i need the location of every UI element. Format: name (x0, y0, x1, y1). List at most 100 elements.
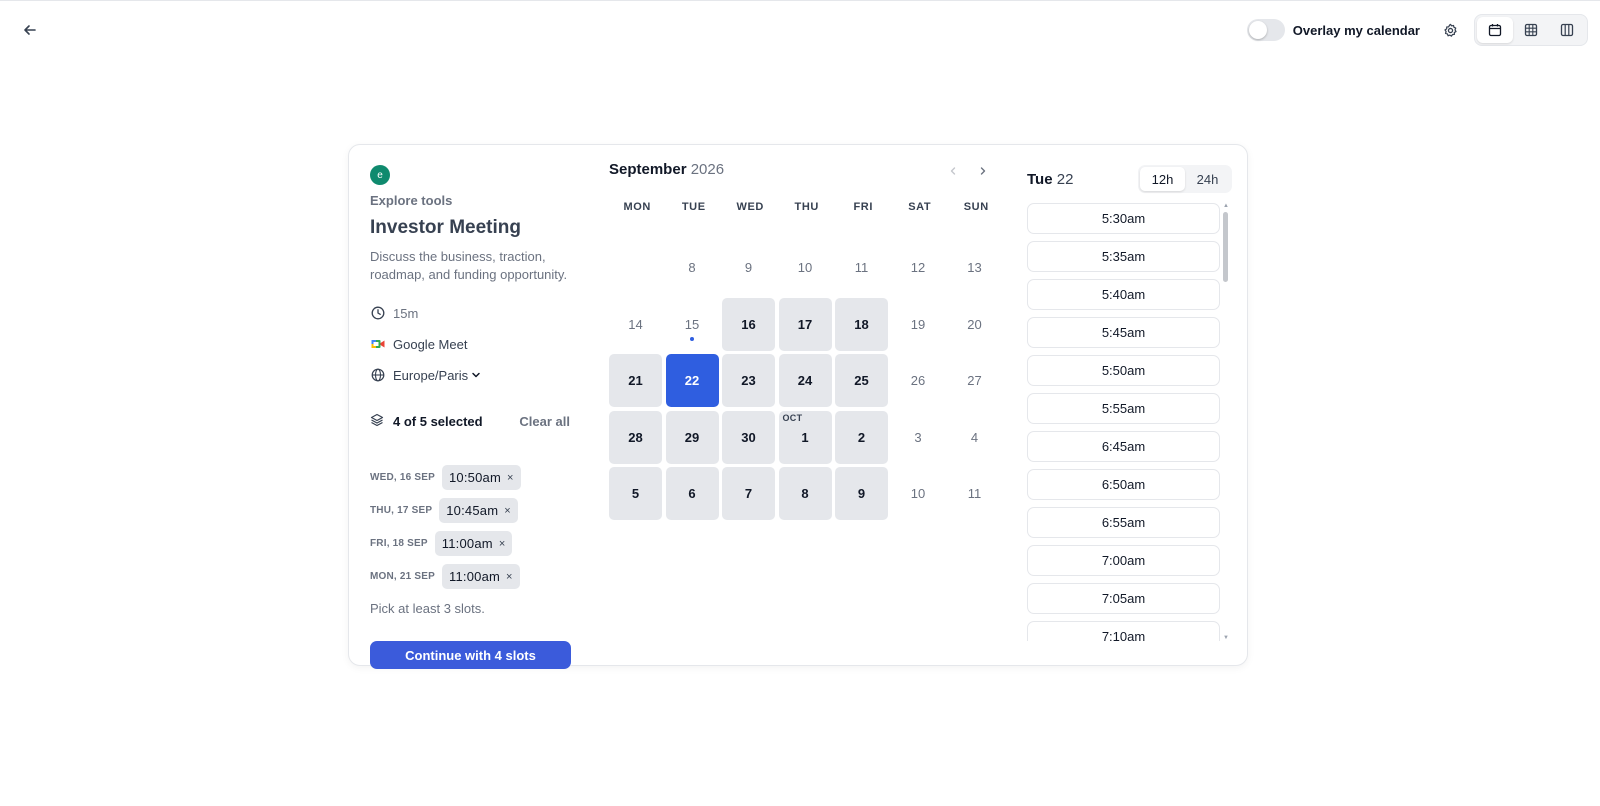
selected-slot-chip: 10:45am × (439, 498, 518, 523)
weekday-label: SAT (908, 201, 932, 213)
calendar-day[interactable]: 1 OCT (778, 410, 832, 464)
timezone-text: Europe/Paris (393, 367, 469, 383)
calendar-day: 10 (779, 241, 832, 294)
time-slot-button[interactable]: 7:10am (1027, 621, 1220, 641)
weekday-label: FRI (853, 201, 874, 213)
time-slot-button[interactable]: 5:50am (1027, 355, 1220, 386)
globe-icon (370, 367, 386, 383)
calendar-day[interactable]: 29 (665, 410, 719, 464)
layers-icon (370, 413, 386, 429)
calendar-day-number: 16 (741, 316, 756, 332)
event-title: Investor Meeting (370, 217, 521, 238)
selection-summary: 4 of 5 selected Clear all (370, 413, 570, 429)
weekday-label: THU (794, 201, 819, 213)
view-switcher (1474, 14, 1588, 46)
avatar: e (370, 165, 390, 185)
calendar-day[interactable]: 7 (722, 467, 775, 520)
timezone-select[interactable]: Europe/Paris (370, 365, 481, 385)
calendar-day-number: 11 (967, 486, 982, 501)
calendar-day: 26 (892, 354, 945, 407)
calendar-day-number: 30 (741, 429, 756, 445)
selected-slot-time: 11:00am (449, 569, 501, 584)
calendar-day: 3 (892, 411, 945, 464)
calendar-day[interactable]: 5 (609, 467, 662, 520)
calendar-day[interactable]: 25 (835, 354, 888, 407)
calendar-day-number: 8 (688, 260, 696, 275)
time-slot-button[interactable]: 5:30am (1027, 203, 1220, 234)
calendar-day-number: 19 (910, 316, 926, 332)
time-slot-button[interactable]: 5:55am (1027, 393, 1220, 424)
calendar-day-number: 4 (970, 429, 979, 445)
month-view-button[interactable] (1477, 17, 1513, 43)
calendar-day[interactable]: 18 (835, 297, 888, 351)
overlay-calendar-toggle[interactable] (1246, 19, 1285, 41)
selected-slot-chip: 11:00am × (434, 531, 513, 556)
time-slot-scrollbar[interactable]: ▲ ▼ (1222, 203, 1230, 641)
previous-month-button[interactable] (943, 161, 963, 181)
grid-icon (1524, 23, 1538, 37)
selected-slot-day: FRI, 18 SEP (370, 538, 428, 549)
calendar-day[interactable]: 21 (609, 354, 662, 407)
continue-button[interactable]: Continue with 4 slots (370, 641, 571, 669)
month-label: September (609, 161, 687, 178)
time-slot-button[interactable]: 5:35am (1027, 241, 1220, 272)
time-slot-button[interactable]: 6:45am (1027, 431, 1220, 462)
calendar-day[interactable]: 24 (778, 354, 832, 407)
calendar-day[interactable]: 22 (665, 354, 719, 407)
time-slot-button[interactable]: 5:45am (1027, 317, 1220, 348)
year-label: 2026 (690, 161, 725, 178)
clear-all-button[interactable]: Clear all (519, 414, 570, 429)
today-indicator-dot (689, 336, 694, 341)
calendar-day-number: 27 (967, 373, 982, 388)
calendar-day-number: 29 (684, 429, 700, 445)
calendar-day: 15 (666, 298, 719, 351)
next-month-button[interactable] (973, 161, 993, 181)
calendar-day: 27 (948, 354, 1001, 407)
calendar-day[interactable]: 9 (835, 467, 888, 520)
time-slot-button[interactable]: 7:00am (1027, 545, 1220, 576)
selection-count-text: 4 of 5 selected (393, 413, 483, 429)
remove-slot-button[interactable]: × (499, 538, 506, 550)
calendar-day: 9 (722, 241, 775, 294)
calendar-day[interactable]: 8 (778, 467, 832, 520)
chevron-down-icon (471, 370, 481, 380)
time-slot-button[interactable]: 6:50am (1027, 469, 1220, 500)
calendar-day: 8 (666, 241, 719, 294)
settings-button[interactable] (1438, 18, 1462, 42)
selected-day-number: 22 (1056, 171, 1074, 188)
calendar-day[interactable]: 2 (835, 410, 888, 464)
calendar-day[interactable]: 17 (778, 297, 832, 351)
selected-slot: MON, 21 SEP 11:00am × (370, 564, 520, 589)
calendar-day[interactable]: 28 (609, 410, 662, 464)
calendar-day-empty (609, 241, 662, 294)
column-view-button[interactable] (1549, 17, 1585, 43)
scrollbar-thumb[interactable] (1223, 212, 1228, 282)
arrow-left-icon (24, 25, 36, 35)
calendar-day: 4 (948, 411, 1001, 464)
time-slot-button[interactable]: 5:40am (1027, 279, 1220, 310)
scroll-down-arrow-icon: ▼ (1223, 635, 1229, 641)
selected-slot-day: MON, 21 SEP (370, 571, 435, 582)
selection-hint: Pick at least 3 slots. (370, 601, 485, 616)
calendar-day[interactable]: 23 (722, 354, 775, 407)
remove-slot-button[interactable]: × (504, 505, 511, 517)
selected-slot-day: WED, 16 SEP (370, 472, 435, 483)
calendar-day-number: 1 (801, 429, 809, 445)
calendar-day[interactable]: 16 (722, 297, 775, 351)
calendar-day-number: 12 (910, 260, 926, 275)
selected-slot-time: 11:00am (441, 536, 493, 551)
remove-slot-button[interactable]: × (507, 472, 514, 484)
remove-slot-button[interactable]: × (506, 571, 513, 583)
calendar-day[interactable]: 30 (722, 410, 775, 464)
week-view-button[interactable] (1513, 17, 1549, 43)
weekday-label: SUN (963, 201, 989, 213)
format-12h-button[interactable]: 12h (1140, 167, 1185, 191)
calendar-day-number: 13 (967, 260, 982, 275)
time-slot-button[interactable]: 6:55am (1027, 507, 1220, 538)
top-border (0, 0, 1600, 1)
back-button[interactable] (18, 18, 42, 42)
calendar-day[interactable]: 6 (665, 467, 719, 520)
calendar-day-number: 18 (854, 316, 869, 332)
format-24h-button[interactable]: 24h (1185, 167, 1230, 191)
time-slot-button[interactable]: 7:05am (1027, 583, 1220, 614)
